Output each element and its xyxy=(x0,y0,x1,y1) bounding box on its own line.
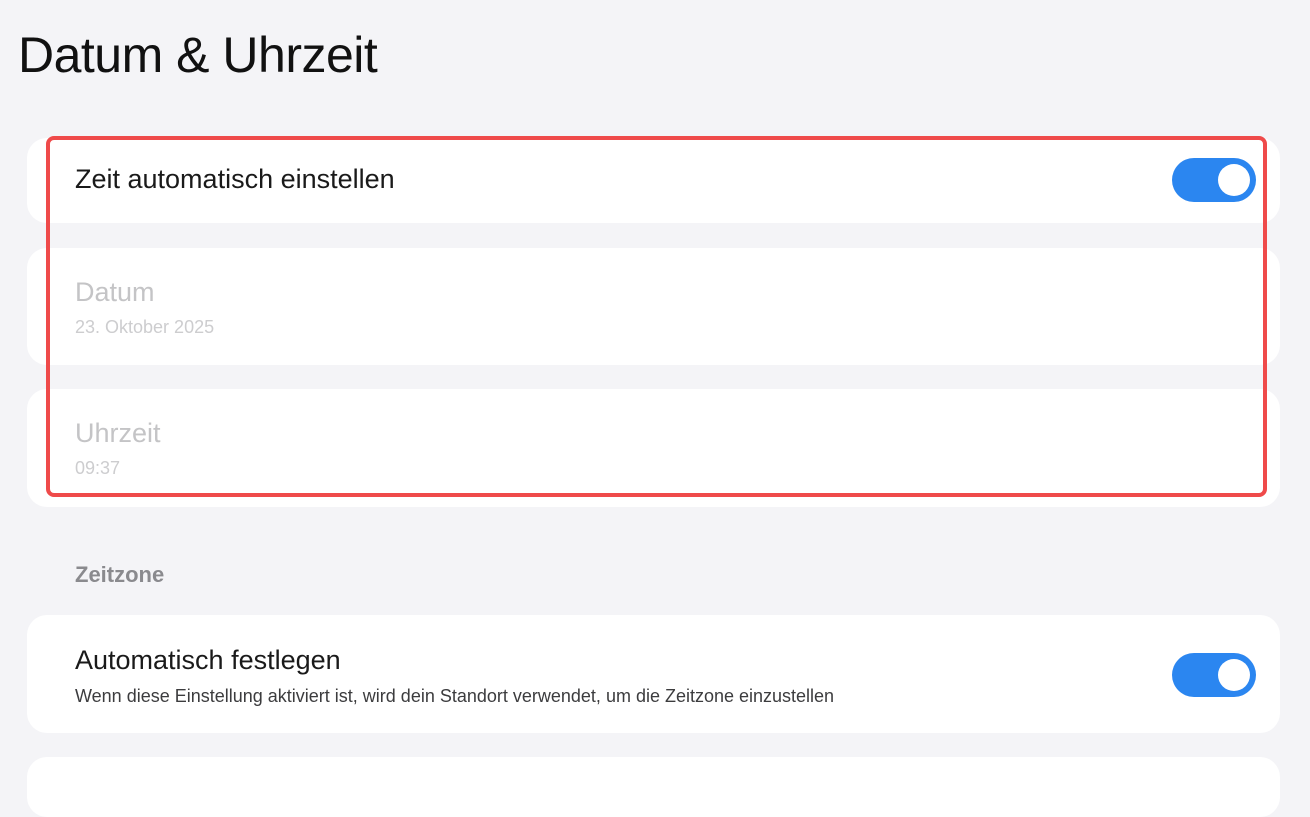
date-row: Datum 23. Oktober 2025 xyxy=(27,248,1280,365)
toggle-knob-icon xyxy=(1218,659,1250,691)
date-label: Datum xyxy=(75,277,155,307)
time-row: Uhrzeit 09:37 xyxy=(27,389,1280,507)
timezone-section-header: Zeitzone xyxy=(75,562,165,587)
page-title: Datum & Uhrzeit xyxy=(18,27,378,83)
time-value: 09:37 xyxy=(75,458,121,478)
auto-time-label: Zeit automatisch einstellen xyxy=(75,164,395,194)
date-value: 23. Oktober 2025 xyxy=(75,317,215,337)
auto-timezone-description: Wenn diese Einstellung aktiviert ist, wi… xyxy=(75,686,835,706)
auto-time-row[interactable]: Zeit automatisch einstellen xyxy=(27,138,1280,223)
time-label: Uhrzeit xyxy=(75,418,161,448)
toggle-knob-icon xyxy=(1218,164,1250,196)
next-settings-card[interactable] xyxy=(27,757,1280,817)
auto-time-toggle[interactable] xyxy=(1172,158,1256,202)
auto-timezone-toggle[interactable] xyxy=(1172,653,1256,697)
auto-timezone-row[interactable]: Automatisch festlegen Wenn diese Einstel… xyxy=(27,615,1280,733)
auto-timezone-label: Automatisch festlegen xyxy=(75,645,341,675)
